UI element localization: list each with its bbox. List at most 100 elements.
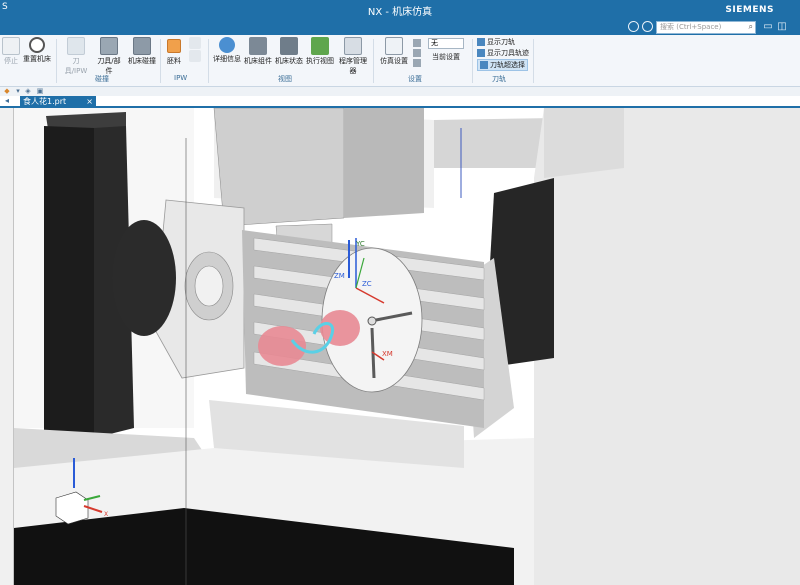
machine-assembly-icon (249, 37, 267, 55)
rear-wall-right (434, 118, 554, 168)
tool-ipw-button[interactable]: 刀具/IPW (62, 37, 90, 76)
settings-option-glyph (413, 39, 421, 47)
group-label-ipw: IPW (174, 74, 188, 82)
machine-status-label: 机床状态 (275, 57, 303, 65)
stop-label: 停止 (4, 57, 18, 65)
stop-button[interactable]: 停止 (1, 37, 21, 66)
machine-status-button[interactable]: 机床状态 (274, 37, 304, 66)
reset-machine-button[interactable]: 重置机床 (22, 37, 52, 64)
xm-label: XM (382, 350, 393, 358)
ribbon-separator (373, 39, 374, 83)
show-toolpath-button[interactable]: 显示刀轨 (477, 37, 515, 47)
machine-assembly-label: 机床组件 (244, 57, 272, 65)
info-icon (219, 37, 235, 53)
search-placeholder: 搜索 (Ctrl+Space) (660, 23, 722, 31)
plate-center (367, 316, 377, 326)
execute-view-button[interactable]: 执行视图 (305, 37, 335, 66)
feedback-happy-icon[interactable] (628, 21, 639, 32)
triad-x-label: X (104, 511, 108, 518)
ribbon-separator (56, 39, 57, 83)
nav-arrow-icon[interactable]: ◂ (5, 96, 9, 105)
settings-option-glyph-2 (413, 49, 421, 57)
ipw-option-icon (189, 37, 201, 49)
resource-bar[interactable] (0, 108, 14, 585)
show-tool-trace-label: 显示刀具轨迹 (487, 49, 529, 57)
stop-icon (2, 37, 20, 55)
triad-cube (55, 491, 89, 525)
toolpath-icon (477, 38, 485, 46)
zc-label: ZC (362, 280, 372, 288)
feedback-sad-icon[interactable] (642, 21, 653, 32)
sim-settings-button[interactable]: 仿真设置 (378, 37, 410, 66)
ribbon-separator (533, 39, 534, 83)
select-filter-icon[interactable]: ▾ (14, 87, 22, 95)
machine-assembly-button[interactable]: 机床组件 (243, 37, 273, 66)
trunnion-hub-inner (194, 265, 224, 307)
nx-window: S NX - 机床仿真 SIEMENS 搜索 (Ctrl+Space) ⌕ ▭ … (0, 0, 800, 585)
window-icon[interactable]: ◫ (776, 21, 788, 33)
settings-value-input[interactable]: 无 (428, 38, 464, 49)
settings-option-glyph-3 (413, 59, 421, 67)
tab-label: 食人花1.prt (23, 97, 67, 106)
cube-icon[interactable]: ▣ (36, 87, 44, 95)
yc-label: YC (355, 240, 365, 248)
ipw-option-button[interactable] (186, 37, 204, 63)
program-manager-button[interactable]: 程序管理器 (336, 37, 370, 76)
show-tool-trace-button[interactable]: 显示刀具轨迹 (477, 48, 529, 58)
tool-trace-icon (477, 49, 485, 57)
layout-icon[interactable]: ▭ (762, 21, 774, 33)
machine-collision-button[interactable]: 机床碰撞 (127, 37, 157, 66)
tab-part-file[interactable]: 食人花1.prt × (20, 96, 96, 108)
ribbon-separator (472, 39, 473, 83)
toolpath-select-label: 刀轨超选择 (490, 61, 525, 69)
quick-access-toolbar: ◆ ▾ ◈ ▣ (0, 87, 800, 96)
view-icon[interactable]: ◈ (24, 87, 32, 95)
show-toolpath-label: 显示刀轨 (487, 38, 515, 46)
ribbon: 停止 重置机床 刀具/IPW 刀具/部件 机床碰撞 碰撞 胚料 IPW 详细信息… (0, 35, 800, 87)
reset-icon (29, 37, 45, 53)
snap-icon[interactable]: ◆ (3, 87, 11, 95)
settings-option-icon[interactable] (413, 39, 423, 47)
tool-part-label: 刀具/部件 (97, 57, 121, 75)
group-label-view: 视图 (278, 75, 292, 83)
detail-info-button[interactable]: 详细信息 (212, 37, 242, 64)
machine-collision-label: 机床碰撞 (128, 57, 156, 65)
program-manager-icon (344, 37, 362, 55)
search-icon[interactable]: ⌕ (749, 21, 753, 32)
trunnion-bearing (112, 220, 176, 336)
machine-scene: YC ZM ZC XM X (14, 108, 800, 585)
zm-label: ZM (334, 272, 345, 280)
command-search-input[interactable]: 搜索 (Ctrl+Space) ⌕ (656, 21, 756, 34)
machine-status-icon (280, 37, 298, 55)
ribbon-separator (160, 39, 161, 83)
command-strip: 搜索 (Ctrl+Space) ⌕ ▭ ◫ (0, 20, 800, 35)
stock-label: 胚料 (167, 57, 181, 65)
close-icon[interactable]: × (86, 96, 93, 108)
ribbon-separator (208, 39, 209, 83)
workpiece-right (320, 310, 360, 346)
tool-part-button[interactable]: 刀具/部件 (94, 37, 124, 76)
settings-option-icon-3[interactable] (413, 59, 423, 67)
title-bar: S NX - 机床仿真 SIEMENS (0, 0, 800, 20)
settings-option-icon-2[interactable] (413, 49, 423, 57)
right-block-top (544, 108, 624, 178)
siemens-logo: SIEMENS (725, 5, 774, 15)
program-manager-label: 程序管理器 (339, 57, 367, 75)
sim-settings-label: 仿真设置 (380, 57, 408, 65)
current-settings-button[interactable]: 当前设置 (428, 52, 464, 62)
sim-settings-icon (385, 37, 403, 55)
group-label-collision: 碰撞 (95, 75, 109, 83)
left-dark-column (44, 126, 94, 448)
execute-view-label: 执行视图 (306, 57, 334, 65)
right-block (534, 108, 800, 585)
group-label-toolpath: 刀轨 (492, 75, 506, 83)
toolpath-select-icon (480, 61, 488, 69)
stock-button[interactable]: 胚料 (164, 37, 184, 66)
toolpath-select-button[interactable]: 刀轨超选择 (477, 59, 528, 71)
graphics-viewport[interactable]: YC ZM ZC XM X (14, 108, 800, 585)
machine-collision-icon (133, 37, 151, 55)
ipw-option-icon-2 (189, 50, 201, 62)
execute-view-icon (311, 37, 329, 55)
tool-ipw-icon (67, 37, 85, 55)
stock-icon (167, 39, 181, 53)
